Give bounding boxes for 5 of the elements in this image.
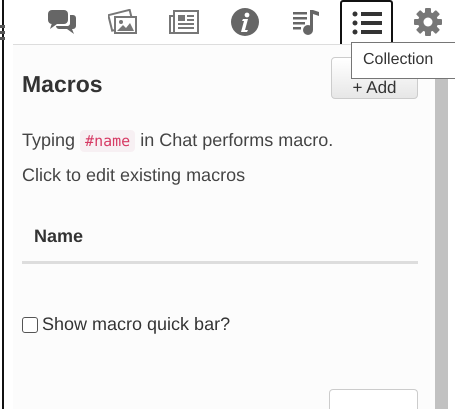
intro-text: Typing #name in Chat performs macro. [22,129,334,154]
column-header: Name [34,226,84,246]
panel-title: Macros [22,71,103,98]
tooltip: Collection [351,42,455,79]
hint-text: Click to edit existing macros [22,164,246,187]
